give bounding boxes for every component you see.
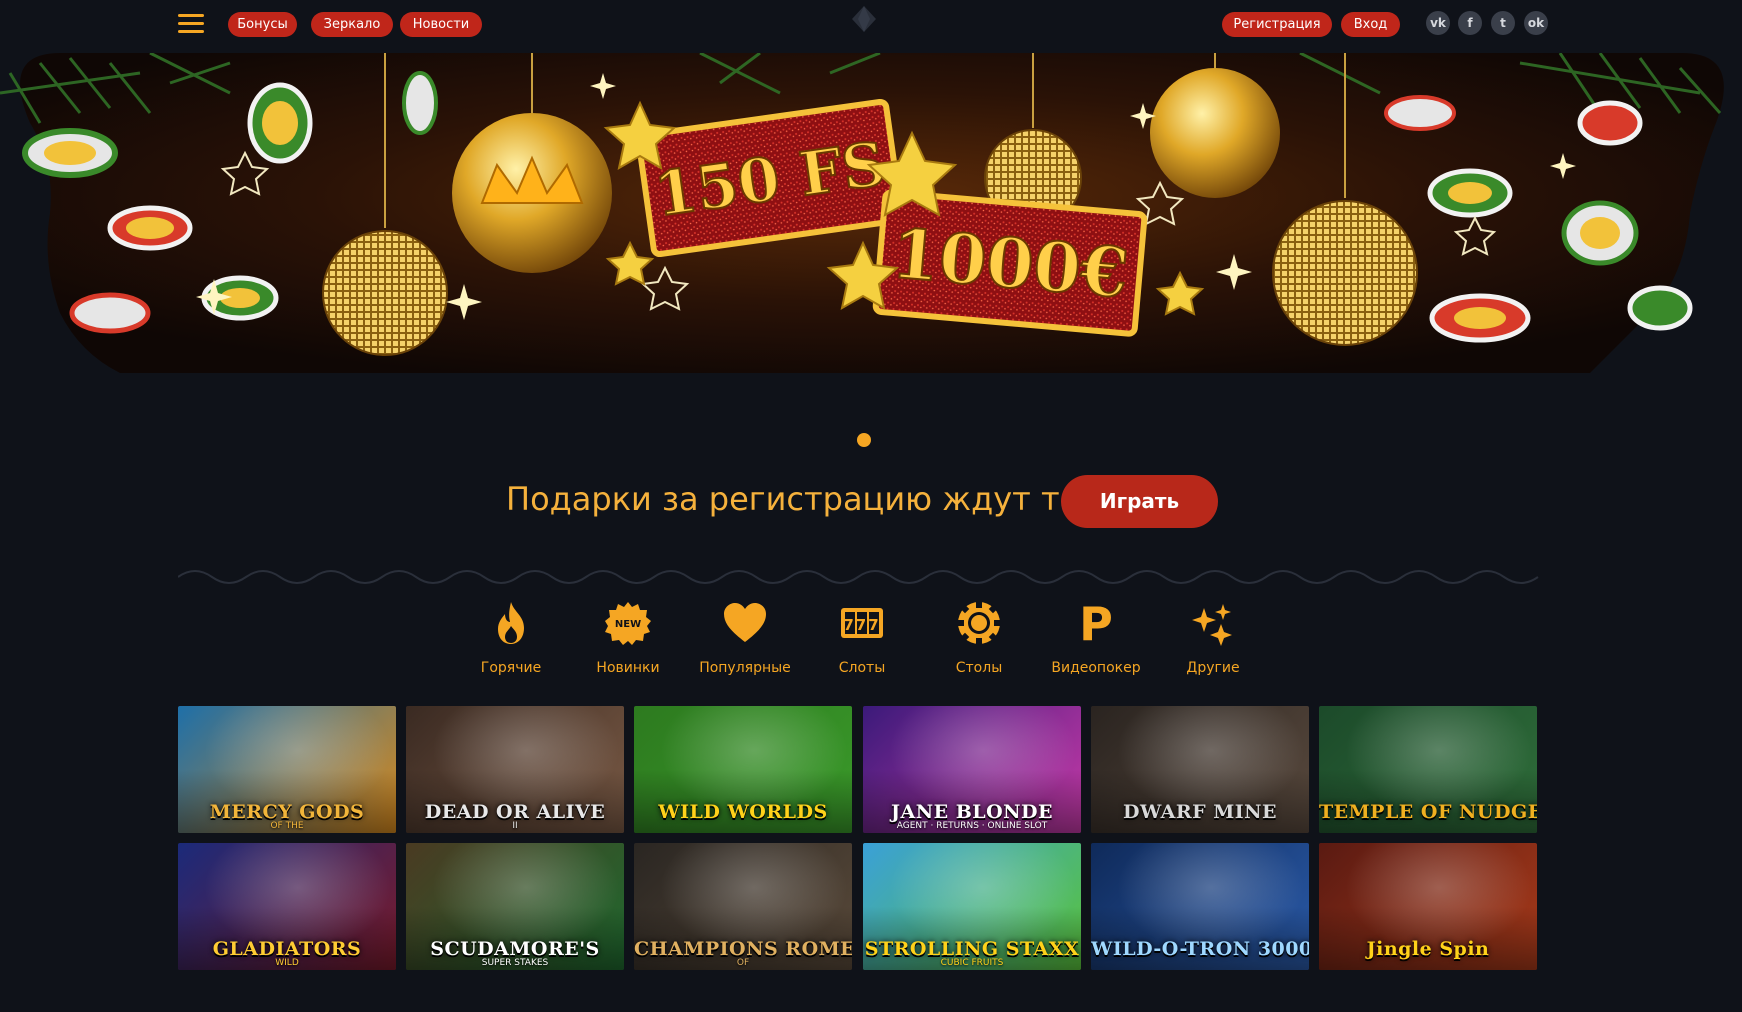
game-tile[interactable]: STROLLING STAXX CUBIC FRUITS [863, 843, 1081, 970]
game-title: WILD-O-TRON 3000 [1091, 938, 1309, 960]
category-label: Слоты [838, 660, 886, 676]
carousel-dot[interactable] [857, 433, 871, 447]
game-tile[interactable]: TEMPLE OF NUDGES [1319, 706, 1537, 833]
facebook-icon[interactable]: f [1458, 11, 1482, 35]
game-title: DWARF MINE [1122, 801, 1277, 823]
game-title: JANE BLONDE [891, 801, 1053, 823]
game-subtitle: CUBIC FRUITS [940, 958, 1004, 968]
banner-artwork: 150 FS 1000€ [0, 53, 1724, 373]
category-label: Другие [1186, 660, 1240, 676]
sparkles-icon [1192, 604, 1232, 646]
nav-news-button[interactable]: Новости [400, 12, 482, 37]
odnoklassniki-icon[interactable]: ok [1524, 11, 1548, 35]
game-title: GLADIATORS [212, 938, 362, 960]
category-label: Горячие [480, 660, 542, 676]
game-tile[interactable]: JANE BLONDE AGENT · RETURNS · ONLINE SLOT [863, 706, 1081, 833]
category-slots[interactable]: 777 Слоты [807, 600, 917, 680]
game-tile[interactable]: WILD WORLDS [634, 706, 852, 833]
nav-mirror-button[interactable]: Зеркало [311, 12, 393, 37]
game-tile[interactable]: CHAMPIONS ROME OF [634, 843, 852, 970]
game-tile[interactable]: SCUDAMORE'S SUPER STAKES [406, 843, 624, 970]
play-button[interactable]: Играть [1061, 475, 1218, 528]
game-title: DEAD OR ALIVE [424, 801, 606, 823]
svg-text:NEW: NEW [615, 619, 641, 630]
game-tile[interactable]: Jingle Spin [1319, 843, 1537, 970]
new-badge-icon: NEW [605, 602, 651, 645]
svg-text:P: P [1079, 600, 1113, 646]
game-subtitle: II [512, 821, 518, 831]
game-title: SCUDAMORE'S [430, 938, 600, 960]
fire-icon [498, 602, 524, 644]
category-label: Популярные [699, 660, 791, 676]
poker-p-icon: P [1079, 597, 1113, 651]
game-tile[interactable]: WILD-O-TRON 3000 [1091, 843, 1309, 970]
promo-banner[interactable]: 150 FS 1000€ [0, 53, 1742, 378]
register-button[interactable]: Регистрация [1222, 12, 1332, 37]
game-tile[interactable]: GLADIATORS WILD [178, 843, 396, 970]
category-tables[interactable]: Столы [924, 600, 1034, 680]
category-popular[interactable]: Популярные [690, 600, 800, 680]
login-button[interactable]: Вход [1341, 12, 1400, 37]
game-subtitle: OF THE [270, 821, 304, 831]
slot-777-icon: 777 [841, 608, 883, 638]
category-label: Видеопокер [1051, 660, 1141, 676]
category-hot[interactable]: Горячие [456, 600, 566, 680]
game-title: MERCY GODS [209, 801, 365, 823]
game-title: CHAMPIONS ROME [634, 938, 852, 960]
top-header: Бонусы Зеркало Новости Регистрация Вход … [0, 0, 1742, 48]
nav-bonuses-button[interactable]: Бонусы [228, 12, 297, 37]
game-subtitle: AGENT · RETURNS · ONLINE SLOT [896, 821, 1048, 831]
vk-icon[interactable]: vk [1426, 11, 1450, 35]
game-tile[interactable]: DWARF MINE [1091, 706, 1309, 833]
promo-text: Подарки за регистрацию ждут тебя! [506, 480, 1132, 518]
category-other[interactable]: Другие [1158, 600, 1268, 680]
game-title: STROLLING STAXX [864, 938, 1080, 960]
game-subtitle: SUPER STAKES [481, 958, 549, 968]
casino-chip-icon [957, 601, 1001, 645]
game-tile[interactable]: MERCY GODS OF THE [178, 706, 396, 833]
game-title: TEMPLE OF NUDGES [1319, 801, 1537, 823]
game-title: WILD WORLDS [658, 801, 828, 823]
game-title: Jingle Spin [1366, 938, 1490, 960]
game-tile[interactable]: DEAD OR ALIVE II [406, 706, 624, 833]
svg-text:777: 777 [843, 616, 880, 634]
category-label: Новинки [596, 660, 660, 676]
hamburger-menu-icon[interactable] [178, 14, 204, 34]
game-subtitle: WILD [275, 958, 299, 968]
heart-icon [724, 603, 766, 642]
wave-divider [178, 570, 1539, 584]
twitter-icon[interactable]: t [1491, 11, 1515, 35]
game-subtitle: OF [736, 958, 750, 968]
category-videopoker[interactable]: P Видеопокер [1041, 597, 1151, 680]
logo-icon[interactable] [850, 4, 878, 34]
category-new[interactable]: NEW Новинки [573, 600, 683, 680]
category-label: Столы [955, 660, 1003, 676]
